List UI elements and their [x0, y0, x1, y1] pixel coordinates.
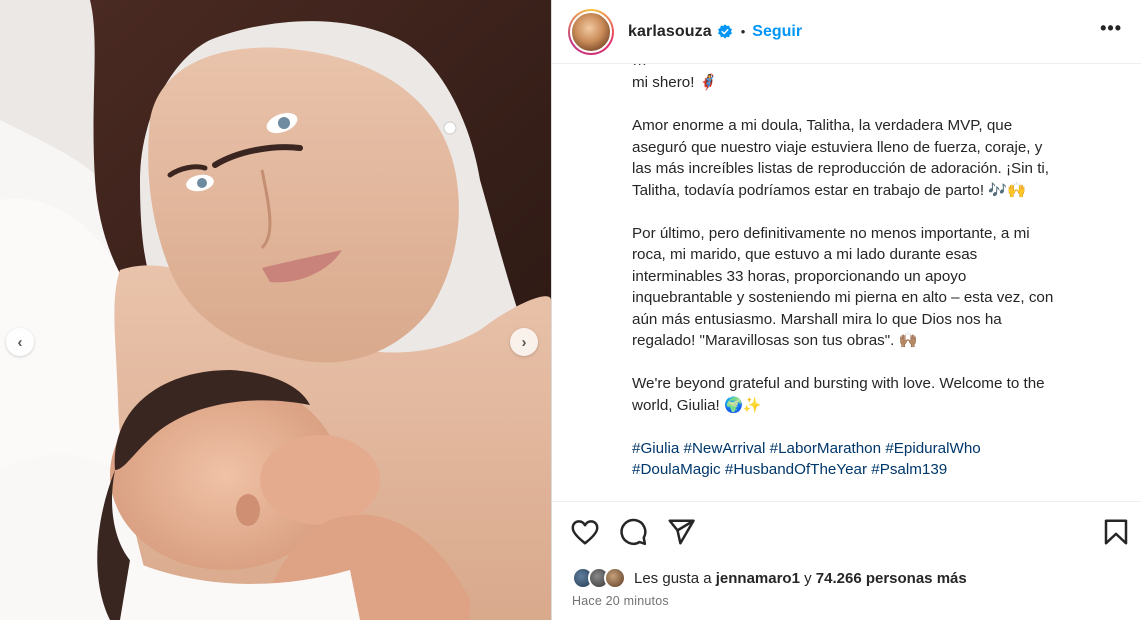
bookmark-icon[interactable] — [1101, 516, 1131, 548]
caption-line: Por último, pero definitivamente no meno… — [632, 224, 1030, 242]
post-timestamp[interactable]: Hace 20 minutos — [572, 594, 669, 608]
caption-line: Amor enorme a mi doula, Talitha, la verd… — [632, 117, 1013, 134]
photo-illustration — [0, 0, 551, 620]
caption-line: interminables 33 horas, proporcionando u… — [632, 267, 967, 285]
paper-plane-icon[interactable] — [666, 516, 696, 548]
hashtag-link[interactable]: #Psalm139 — [871, 461, 947, 478]
hashtag-link[interactable]: #EpiduralWho — [885, 440, 980, 457]
caption-line — [632, 94, 1112, 116]
verified-badge-icon — [717, 23, 732, 39]
caption-line: aseguró que nuestro viaje estuviera llen… — [632, 138, 1043, 156]
caption-line — [632, 201, 1112, 223]
hashtag-link[interactable]: #NewArrival — [684, 440, 766, 457]
liker-avatars[interactable] — [572, 567, 626, 589]
caption-line: regalado! "Maravillosas son tus obras". … — [632, 332, 918, 349]
liker-avatar — [604, 567, 626, 589]
caption-line: world, Giulia! 🌍✨ — [632, 396, 762, 414]
separator-dot: • — [740, 24, 746, 39]
next-photo-button[interactable]: › — [510, 328, 538, 356]
avatar-image — [570, 10, 612, 53]
likes-middle: y — [804, 569, 812, 587]
more-options-button[interactable]: ••• — [1100, 18, 1122, 39]
username-link[interactable]: karlasouza — [628, 23, 712, 41]
caption-line: We're beyond grateful and bursting with … — [632, 375, 1045, 392]
comment-icon[interactable] — [618, 516, 648, 548]
hashtag-link[interactable]: #HusbandOfTheYear — [725, 461, 867, 478]
heart-icon[interactable] — [570, 516, 600, 548]
caption-line: aún más entusiasmo. Marshall mira lo que… — [632, 310, 1002, 328]
caption-line: las más increíbles listas de reproducció… — [632, 160, 1050, 177]
liker-username-link[interactable]: jennamaro1 — [716, 570, 800, 587]
post-actions — [570, 516, 1130, 548]
post-caption: … mi shero! 🦸‍♀️ Amor enorme a mi doula,… — [632, 64, 1112, 500]
hashtag-link[interactable]: #DoulaMagic — [632, 461, 721, 478]
likes-prefix: Les gusta a — [634, 569, 712, 587]
hashtag-link[interactable]: #Giulia — [632, 440, 679, 457]
profile-avatar[interactable] — [568, 8, 614, 55]
hashtags-line: #Giulia #NewArrival #LaborMarathon #Epid… — [632, 438, 1112, 460]
hashtags-line: #DoulaMagic #HusbandOfTheYear #Psalm139 — [632, 459, 1112, 481]
likes-count-link[interactable]: 74.266 personas más — [816, 570, 967, 587]
post-sidebar: karlasouza • Seguir ••• … mi shero! 🦸‍♀️… — [551, 0, 1141, 620]
caption-line: inquebrantable y sosteniendo mi pierna e… — [632, 289, 1054, 306]
post-photo: ‹ › — [0, 0, 551, 620]
caption-line — [632, 352, 1112, 374]
caption-line: roca, mi marido, que estuvo a mi lado du… — [632, 246, 978, 263]
caption-cut-line: … — [632, 64, 647, 72]
caption-line: mi shero! 🦸‍♀️ — [632, 74, 718, 91]
likes-summary: Les gusta a jennamaro1 y 74.266 personas… — [572, 566, 967, 590]
follow-button[interactable]: Seguir — [752, 23, 802, 41]
post-header: karlasouza • Seguir ••• — [552, 0, 1141, 64]
actions-divider — [552, 501, 1141, 502]
caption-line: Talitha, todavía podríamos estar en trab… — [632, 181, 1027, 199]
hashtag-link[interactable]: #LaborMarathon — [770, 440, 881, 457]
previous-photo-button[interactable]: ‹ — [6, 328, 34, 356]
